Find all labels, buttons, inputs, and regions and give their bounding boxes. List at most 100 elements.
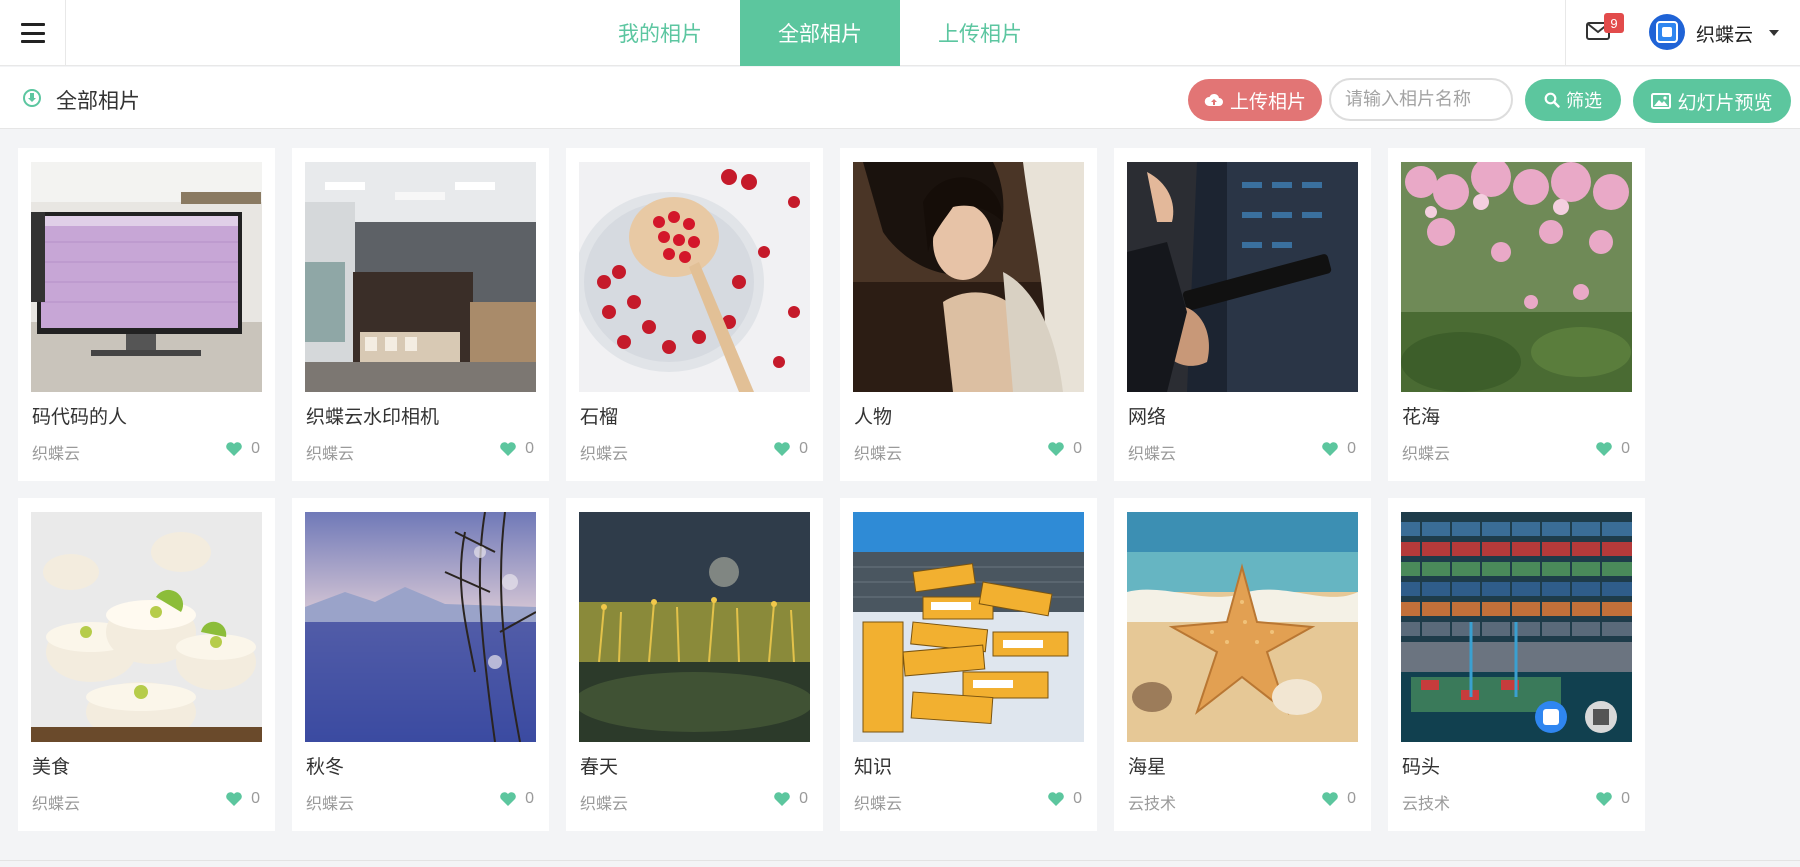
chevron-down-icon[interactable] <box>1769 30 1779 36</box>
photo-card[interactable]: 花海 织蝶云 0 <box>1388 148 1645 481</box>
tab-my-photos[interactable]: 我的相片 <box>580 0 740 66</box>
user-tools: 9 织蝶云 <box>1565 0 1800 66</box>
heart-icon <box>1322 442 1338 456</box>
heart-icon <box>1048 442 1064 456</box>
photo-card[interactable]: 海星 云技术 0 <box>1114 498 1371 831</box>
like-count-value: 0 <box>251 440 260 457</box>
top-navbar: 我的相片 全部相片 上传相片 9 织蝶云 <box>0 0 1800 66</box>
photo-author: 云技术 <box>1128 796 1177 813</box>
photo-author: 织蝶云 <box>580 446 629 463</box>
photo-thumbnail[interactable] <box>31 512 262 742</box>
upload-photo-button[interactable]: 上传相片 <box>1188 79 1322 121</box>
heart-icon <box>774 442 790 456</box>
like-count[interactable]: 0 <box>1321 440 1356 458</box>
like-count-value: 0 <box>1073 790 1082 807</box>
like-count[interactable]: 0 <box>1595 440 1630 458</box>
photo-card[interactable]: 美食 织蝶云 0 <box>18 498 275 831</box>
photo-title: 石榴 <box>580 407 619 428</box>
like-count[interactable]: 0 <box>225 790 260 808</box>
photo-author: 织蝶云 <box>1402 446 1451 463</box>
page-divider <box>0 860 1800 861</box>
like-count-value: 0 <box>1347 440 1356 457</box>
upload-photo-label: 上传相片 <box>1229 91 1306 113</box>
photo-title: 海星 <box>1128 757 1167 778</box>
slideshow-preview-button[interactable]: 幻灯片预览 <box>1633 79 1791 123</box>
heart-icon <box>1322 792 1338 806</box>
tab-all-photos[interactable]: 全部相片 <box>740 0 900 66</box>
photo-thumbnail[interactable] <box>579 162 810 392</box>
photo-title: 网络 <box>1128 407 1167 428</box>
photo-title: 秋冬 <box>306 757 345 778</box>
photo-author: 织蝶云 <box>854 796 903 813</box>
photo-author: 织蝶云 <box>1128 446 1177 463</box>
like-count[interactable]: 0 <box>499 440 534 458</box>
like-count-value: 0 <box>1347 790 1356 807</box>
like-count-value: 0 <box>1073 440 1082 457</box>
like-count[interactable]: 0 <box>499 790 534 808</box>
photo-thumbnail[interactable] <box>305 162 536 392</box>
photo-thumbnail[interactable] <box>579 512 810 742</box>
photo-card[interactable]: 春天 织蝶云 0 <box>566 498 823 831</box>
photo-title: 码头 <box>1402 757 1441 778</box>
cloud-upload-icon <box>1204 93 1223 106</box>
photo-card[interactable]: 码头 云技术 0 <box>1388 498 1645 831</box>
photo-tabs: 我的相片 全部相片 上传相片 <box>580 0 1060 66</box>
like-count[interactable]: 0 <box>773 440 808 458</box>
photo-thumbnail[interactable] <box>305 512 536 742</box>
photo-author: 织蝶云 <box>854 446 903 463</box>
photo-card[interactable]: 码代码的人 织蝶云 0 <box>18 148 275 481</box>
photo-author: 织蝶云 <box>32 446 81 463</box>
photo-author: 云技术 <box>1402 796 1451 813</box>
download-circle-icon <box>23 89 41 107</box>
like-count-value: 0 <box>525 440 534 457</box>
like-count[interactable]: 0 <box>1321 790 1356 808</box>
photo-card[interactable]: 人物 织蝶云 0 <box>840 148 1097 481</box>
photo-title: 码代码的人 <box>32 407 128 428</box>
filter-label: 筛选 <box>1566 91 1602 111</box>
photo-title: 花海 <box>1402 407 1441 428</box>
photo-card[interactable]: 石榴 织蝶云 0 <box>566 148 823 481</box>
photo-author: 织蝶云 <box>306 796 355 813</box>
username[interactable]: 织蝶云 <box>1696 20 1753 47</box>
heart-icon <box>226 442 242 456</box>
filter-button[interactable]: 筛选 <box>1525 79 1621 121</box>
like-count-value: 0 <box>799 790 808 807</box>
heart-icon <box>500 792 516 806</box>
page-header: 全部相片 上传相片 筛选 幻灯片预览 <box>0 67 1800 129</box>
photo-thumbnail[interactable] <box>1127 162 1358 392</box>
photo-thumbnail[interactable] <box>1401 162 1632 392</box>
photo-search-input[interactable] <box>1329 78 1513 121</box>
photo-thumbnail[interactable] <box>853 512 1084 742</box>
avatar[interactable] <box>1649 14 1685 50</box>
photo-thumbnail[interactable] <box>1401 512 1632 742</box>
heart-icon <box>226 792 242 806</box>
photo-card[interactable]: 网络 织蝶云 0 <box>1114 148 1371 481</box>
photo-title: 知识 <box>854 757 893 778</box>
heart-icon <box>1596 792 1612 806</box>
like-count-value: 0 <box>799 440 808 457</box>
like-count[interactable]: 0 <box>773 790 808 808</box>
photo-thumbnail[interactable] <box>1127 512 1358 742</box>
like-count[interactable]: 0 <box>1595 790 1630 808</box>
photo-thumbnail[interactable] <box>31 162 262 392</box>
like-count[interactable]: 0 <box>1047 440 1082 458</box>
like-count-value: 0 <box>525 790 534 807</box>
like-count[interactable]: 0 <box>1047 790 1082 808</box>
photo-title: 织蝶云水印相机 <box>306 407 440 428</box>
heart-icon <box>1048 792 1064 806</box>
like-count-value: 0 <box>251 790 260 807</box>
tab-upload-photos[interactable]: 上传相片 <box>900 0 1060 66</box>
photo-card[interactable]: 知识 织蝶云 0 <box>840 498 1097 831</box>
photo-title: 美食 <box>32 757 71 778</box>
hamburger-icon <box>20 23 45 43</box>
photo-author: 织蝶云 <box>306 446 355 463</box>
search-icon <box>1544 92 1560 108</box>
like-count[interactable]: 0 <box>225 440 260 458</box>
image-icon <box>1651 93 1672 109</box>
photo-card[interactable]: 秋冬 织蝶云 0 <box>292 498 549 831</box>
menu-toggle-button[interactable] <box>0 0 66 66</box>
photo-author: 织蝶云 <box>32 796 81 813</box>
photo-card[interactable]: 织蝶云水印相机 织蝶云 0 <box>292 148 549 481</box>
photo-title: 春天 <box>580 757 619 778</box>
photo-thumbnail[interactable] <box>853 162 1084 392</box>
